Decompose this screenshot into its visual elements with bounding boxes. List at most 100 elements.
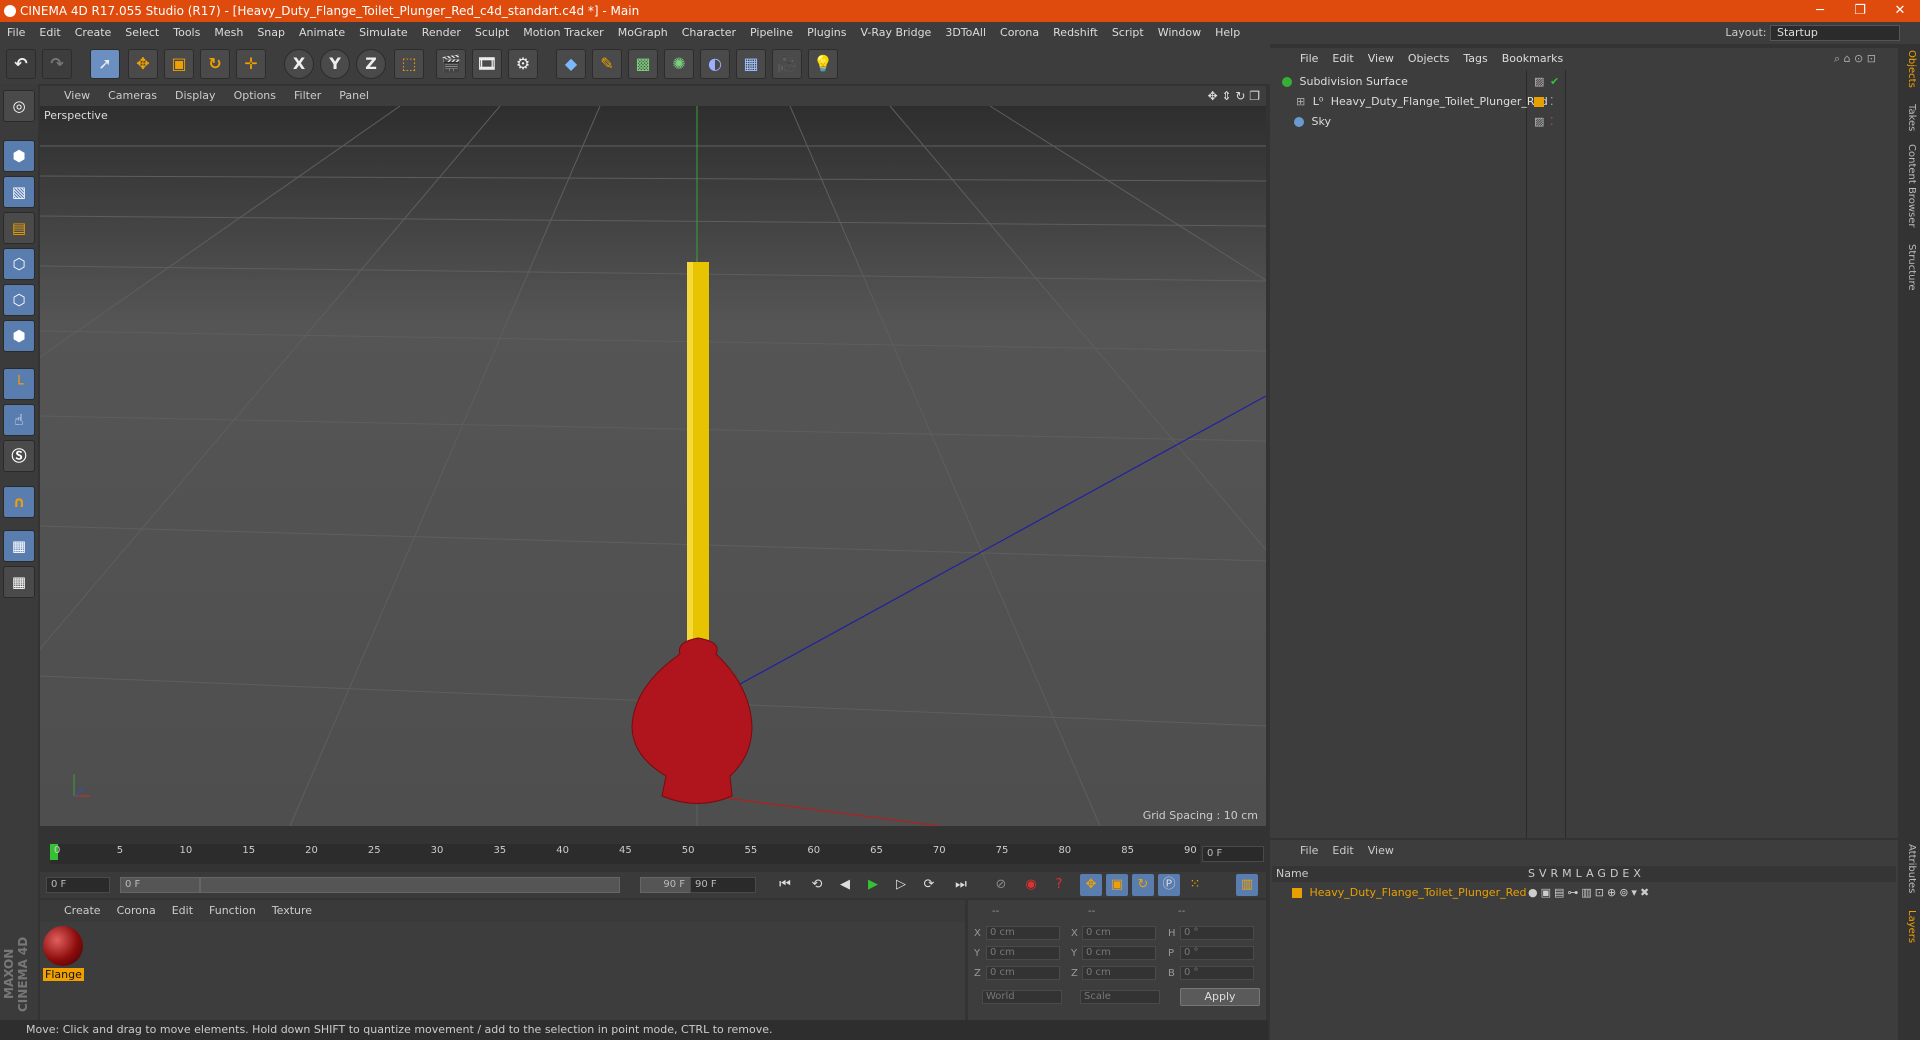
minimize-button[interactable]: ─ <box>1800 0 1840 22</box>
redo-icon[interactable]: ↷ <box>42 49 72 79</box>
viewport-menu-panel[interactable]: Panel <box>339 86 369 106</box>
menu-file[interactable]: File <box>0 22 32 44</box>
viewport-menu-cameras[interactable]: Cameras <box>108 86 157 106</box>
deformer-icon[interactable]: ◐ <box>700 49 730 79</box>
layer-menu-edit[interactable]: Edit <box>1332 844 1353 857</box>
object-menu-file[interactable]: File <box>1300 48 1318 70</box>
viewport-canvas[interactable]: Perspective Grid Spacing : 10 cm <box>40 106 1266 826</box>
model-mode-icon[interactable]: ⬢ <box>3 140 35 172</box>
menu-character[interactable]: Character <box>675 22 743 44</box>
object-row[interactable]: Subdivision Surface ▨ ✔ <box>1272 72 1920 92</box>
prev-key-icon[interactable]: ⟲ <box>806 874 828 896</box>
material-menu-texture[interactable]: Texture <box>272 900 312 922</box>
visibility-dots-icon[interactable]: ⁚ <box>1550 112 1554 132</box>
object-row[interactable]: Sky ▨ ⁚ <box>1272 112 1920 132</box>
close-button[interactable]: ✕ <box>1880 0 1920 22</box>
end-frame-field[interactable]: 90 F <box>690 877 756 893</box>
timeline-window-icon[interactable]: ▥ <box>1236 874 1258 896</box>
pos-y-field[interactable]: 0 cm <box>986 946 1060 960</box>
menu-sculpt[interactable]: Sculpt <box>468 22 516 44</box>
autokey-icon[interactable]: ◉ <box>1020 874 1042 896</box>
menu-script[interactable]: Script <box>1105 22 1151 44</box>
material-menu-function[interactable]: Function <box>209 900 256 922</box>
render-picture-viewer-icon[interactable]: 🎞 <box>472 49 502 79</box>
object-menu-tags[interactable]: Tags <box>1463 48 1487 70</box>
object-menu-view[interactable]: View <box>1368 48 1394 70</box>
rot-b-field[interactable]: 0 ° <box>1180 966 1254 980</box>
menu-window[interactable]: Window <box>1151 22 1208 44</box>
rot-p-field[interactable]: 0 ° <box>1180 946 1254 960</box>
layer-row[interactable]: Heavy_Duty_Flange_Toilet_Plunger_Red ●▣▤… <box>1272 884 1896 902</box>
light-icon[interactable]: 💡 <box>808 49 838 79</box>
visibility-icon[interactable]: ▨ <box>1534 72 1544 92</box>
menu-redshift[interactable]: Redshift <box>1046 22 1105 44</box>
key-pla-icon[interactable]: ⁙ <box>1184 874 1206 896</box>
floor-icon[interactable]: ▦ <box>736 49 766 79</box>
menu-vray-bridge[interactable]: V-Ray Bridge <box>853 22 938 44</box>
material-menu-corona[interactable]: Corona <box>117 900 156 922</box>
select-tool-icon[interactable]: ➚ <box>90 49 120 79</box>
layout-dropdown[interactable]: Startup <box>1770 25 1900 41</box>
apply-button[interactable]: Apply <box>1180 988 1260 1006</box>
material-menu-edit[interactable]: Edit <box>172 900 193 922</box>
menu-mograph[interactable]: MoGraph <box>611 22 675 44</box>
subdivision-surface-icon[interactable]: ▩ <box>628 49 658 79</box>
solo-mode-icon[interactable]: Ⓢ <box>3 440 35 472</box>
menu-3dtoall[interactable]: 3DToAll <box>938 22 993 44</box>
range-start-field[interactable]: 0 F <box>120 877 200 893</box>
object-search-icon[interactable]: ⌕ ⌂ ⊙ ⊡ <box>1834 48 1876 70</box>
visibility-dots-icon[interactable]: ⁚ <box>1550 92 1554 112</box>
planar-workplane-icon[interactable]: ▦ <box>3 566 35 598</box>
coord-system-dropdown[interactable]: World <box>982 990 1062 1004</box>
polygons-mode-icon[interactable]: ⬢ <box>3 320 35 352</box>
object-menu-objects[interactable]: Objects <box>1408 48 1450 70</box>
next-frame-icon[interactable]: ▷ <box>890 874 912 896</box>
menu-pipeline[interactable]: Pipeline <box>743 22 800 44</box>
texture-mode-icon[interactable]: ▧ <box>3 176 35 208</box>
camera-icon[interactable]: 🎥 <box>772 49 802 79</box>
viewport-menu-filter[interactable]: Filter <box>294 86 321 106</box>
menu-plugins[interactable]: Plugins <box>800 22 853 44</box>
restore-button[interactable]: ❐ <box>1840 0 1880 22</box>
key-position-icon[interactable]: ✥ <box>1080 874 1102 896</box>
menu-select[interactable]: Select <box>118 22 166 44</box>
material-menu-create[interactable]: Create <box>64 900 101 922</box>
prev-frame-icon[interactable]: ◀ <box>834 874 856 896</box>
key-rotation-icon[interactable]: ↻ <box>1132 874 1154 896</box>
start-frame-field[interactable]: 0 F <box>46 877 110 893</box>
lock-workplane-icon[interactable]: ▦ <box>3 530 35 562</box>
menu-snap[interactable]: Snap <box>250 22 292 44</box>
axis-z-button[interactable]: Z <box>356 49 386 79</box>
record-keys-icon[interactable]: ⊘ <box>990 874 1012 896</box>
layer-toggle-icons[interactable]: ●▣▤⊶▥⊡⊕⊚▾✖ <box>1528 884 1652 902</box>
object-menu-edit[interactable]: Edit <box>1332 48 1353 70</box>
tweak-mode-icon[interactable]: ☝ <box>3 404 35 436</box>
current-frame-field[interactable]: 0 F <box>1202 846 1264 862</box>
menu-motion-tracker[interactable]: Motion Tracker <box>516 22 610 44</box>
go-to-start-icon[interactable]: ⏮ <box>774 874 796 896</box>
menu-simulate[interactable]: Simulate <box>352 22 415 44</box>
tab-takes[interactable]: Takes <box>1901 104 1917 131</box>
points-mode-icon[interactable]: ⬡ <box>3 248 35 280</box>
menu-help[interactable]: Help <box>1208 22 1247 44</box>
axis-mode-icon[interactable]: └ <box>3 368 35 400</box>
make-editable-icon[interactable]: ◎ <box>3 90 35 122</box>
menu-create[interactable]: Create <box>68 22 119 44</box>
menu-animate[interactable]: Animate <box>292 22 352 44</box>
size-x-field[interactable]: 0 cm <box>1082 926 1156 940</box>
layer-menu-file[interactable]: File <box>1300 844 1318 857</box>
scale-tool-icon[interactable]: ▣ <box>164 49 194 79</box>
size-y-field[interactable]: 0 cm <box>1082 946 1156 960</box>
go-to-end-icon[interactable]: ⏭ <box>950 874 972 896</box>
render-settings-icon[interactable]: ⚙ <box>508 49 538 79</box>
array-icon[interactable]: ✺ <box>664 49 694 79</box>
live-select-icon[interactable]: ✛ <box>236 49 266 79</box>
layer-color-icon[interactable] <box>1292 888 1302 898</box>
object-row[interactable]: ⊞ L⁰ Heavy_Duty_Flange_Toilet_Plunger_Re… <box>1272 92 1920 112</box>
expand-icon[interactable]: ⊞ <box>1296 95 1305 108</box>
pen-spline-icon[interactable]: ✎ <box>592 49 622 79</box>
visibility-icon[interactable]: ▨ <box>1534 112 1544 132</box>
object-menu-bookmarks[interactable]: Bookmarks <box>1502 48 1563 70</box>
range-slider[interactable] <box>200 877 620 893</box>
enabled-check-icon[interactable]: ✔ <box>1550 72 1559 92</box>
